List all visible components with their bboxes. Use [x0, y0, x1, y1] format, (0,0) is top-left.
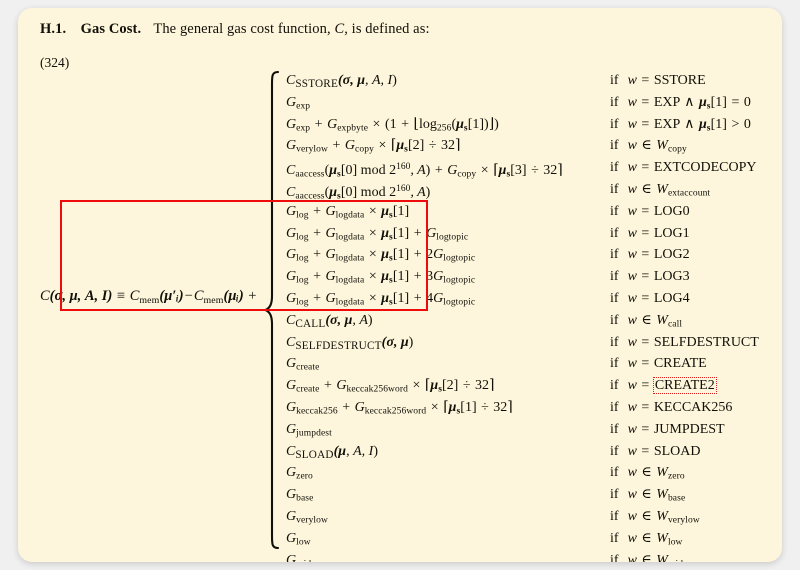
- case-condition-sstore: if w = SSTORE: [610, 73, 706, 88]
- if-keyword: if: [610, 334, 619, 350]
- if-keyword: if: [610, 530, 619, 546]
- case-row-log2: Glog + Glogdata × μs[1] + 2Glogtopic if w …: [286, 244, 756, 266]
- case-row-extcodecopy: Caaccess(μs[0] mod 2160, A) + Gcopy × ⌈μ…: [286, 157, 756, 179]
- if-keyword: if: [610, 421, 619, 437]
- case-row-log3: Glog + Glogdata × μs[1] + 3Glogtopic if w …: [286, 266, 756, 288]
- opcode-log1: LOG1: [653, 225, 690, 241]
- if-keyword: if: [610, 203, 619, 219]
- if-keyword: if: [610, 378, 619, 394]
- opcode-log0: LOG0: [653, 203, 690, 219]
- case-row-selfdestruct: CSELFDESTRUCT(σ, μ) if w = SELFDESTRUCT: [286, 332, 759, 354]
- if-keyword: if: [610, 181, 619, 197]
- lhs-function-C: C: [40, 288, 50, 304]
- opcode-keccak256: KECCAK256: [653, 399, 733, 415]
- document-page: H.1. Gas Cost. The general gas cost func…: [18, 8, 782, 562]
- if-keyword: if: [610, 399, 619, 415]
- if-keyword: if: [610, 443, 619, 459]
- heading-text-after: , is defined as:: [344, 21, 430, 37]
- if-keyword: if: [610, 312, 619, 328]
- case-condition-log0: if w = LOG0: [610, 203, 690, 219]
- section-number: H.1.: [40, 21, 67, 37]
- heading-symbol-C: C: [334, 21, 345, 37]
- opcode-log4: LOG4: [653, 290, 690, 306]
- section-heading: H.1. Gas Cost. The general gas cost func…: [40, 21, 430, 38]
- opcode-sload: SLOAD: [653, 443, 701, 459]
- case-row-extaccount: Caaccess(μs[0] mod 2160, A) if w ∈ Wextacc…: [286, 179, 756, 201]
- case-row-wbase: Gbase if w ∈ Wbase: [286, 484, 756, 506]
- case-condition-selfdestruct: if w = SELFDESTRUCT: [610, 334, 759, 350]
- if-keyword: if: [610, 116, 619, 132]
- if-keyword: if: [610, 247, 619, 263]
- case-condition-extcodecopy: if w = EXTCODECOPY: [610, 160, 757, 176]
- case-row-wmid: Gmid ifw ∈ Wmid: [286, 550, 756, 562]
- lhs-relation: ≡: [116, 288, 126, 304]
- if-keyword: if: [610, 508, 619, 524]
- opcode-exp: EXP: [653, 94, 680, 110]
- if-keyword: if: [610, 290, 619, 306]
- case-row-jumpdest: Gjumpdest if w = JUMPDEST: [286, 419, 756, 441]
- case-condition-keccak256: if w = KECCAK256: [610, 399, 733, 415]
- case-condition-jumpdest: if w = JUMPDEST: [610, 421, 725, 437]
- opcode-link-create2[interactable]: CREATE2: [652, 377, 717, 395]
- opcode-sstore: SSTORE: [653, 73, 706, 88]
- case-row-create: Gcreate if w = CREATE: [286, 353, 756, 375]
- case-row-keccak256: Gkeccak256 + Gkeccak256word × ⌈μs[1] ÷ 3…: [286, 397, 756, 419]
- case-row-log4: Glog + Glogdata × μs[1] + 4Glogtopic if w …: [286, 288, 756, 310]
- case-row-wverylow: Gverylow if w ∈ Wverylow: [286, 506, 756, 528]
- case-condition-log1: if w = LOG1: [610, 225, 690, 241]
- if-keyword: if: [610, 465, 619, 481]
- if-keyword: if: [610, 356, 619, 372]
- lhs-term1-C: C: [129, 288, 140, 304]
- lhs-args: (σ, μ, A, I): [49, 288, 113, 304]
- if-keyword: if: [610, 487, 619, 503]
- large-curly-brace: [264, 70, 280, 550]
- lhs-term2-C: C: [193, 288, 204, 304]
- lhs-term2-args: (μᵢ): [223, 288, 244, 304]
- case-condition-create: if w = CREATE: [610, 356, 707, 372]
- case-row-wcopy: Gverylow + Gcopy × ⌈μs[2] ÷ 32⌉ if w ∈ Wco…: [286, 135, 756, 157]
- opcode-exp: EXP: [653, 116, 680, 132]
- case-condition-sload: if w = SLOAD: [610, 443, 701, 459]
- case-row-log1: Glog + Glogdata × μs[1] + Glogtopic if w =…: [286, 223, 756, 245]
- case-row-wzero: Gzero if w ∈ Wzero: [286, 462, 756, 484]
- case-condition-log3: if w = LOG3: [610, 269, 690, 285]
- opcode-create: CREATE: [653, 356, 707, 372]
- if-keyword: if: [610, 160, 619, 176]
- heading-text-before: The general gas cost function,: [153, 21, 331, 37]
- case-condition-log2: if w = LOG2: [610, 247, 690, 263]
- case-condition-log4: if w = LOG4: [610, 290, 690, 306]
- lhs-term2-sub: mem: [203, 294, 224, 306]
- opcode-extcodecopy: EXTCODECOPY: [653, 160, 757, 176]
- equation-left-hand-side: C(σ, μ, A, I) ≡ Cmem(μ′ᵢ)−Cmem(μᵢ) +: [40, 288, 257, 306]
- opcode-log2: LOG2: [653, 247, 690, 263]
- if-keyword: if: [610, 73, 619, 88]
- case-condition-create2: if w = CREATE2: [610, 377, 717, 395]
- case-row-wlow: Glow if w ∈ Wlow: [286, 528, 756, 550]
- opcode-log3: LOG3: [653, 269, 690, 285]
- case-row-create2: Gcreate + Gkeccak256word × ⌈μs[2] ÷ 32⌉ i…: [286, 375, 756, 397]
- case-row-log0: Glog + Glogdata × μs[1] if w = LOG0: [286, 201, 756, 223]
- case-condition-wmid: ifw ∈ Wmid: [610, 550, 683, 562]
- if-keyword: if: [610, 94, 619, 110]
- case-row-exp-nonzero: Gexp + Gexpbyte × (1 + ⌊log256(μs[1])⌋) i…: [286, 114, 756, 136]
- case-row-sload: CSLOAD(μ, A, I) if w = SLOAD: [286, 441, 756, 463]
- lhs-term1-args: (μ′ᵢ): [159, 288, 184, 304]
- opcode-jumpdest: JUMPDEST: [653, 421, 725, 437]
- lhs-minus: −: [184, 288, 193, 304]
- section-title: Gas Cost.: [80, 21, 142, 37]
- equation-number: (324): [40, 55, 70, 70]
- if-keyword: if: [610, 552, 619, 562]
- case-row-exp-zero: Gexp if w = EXP ∧ μs[1] = 0: [286, 92, 756, 114]
- case-rows: CSSTORE(σ, μ, A, I) if w = SSTORE Gexp if w =…: [286, 70, 759, 562]
- lhs-term1-sub: mem: [139, 294, 160, 306]
- case-row-sstore: CSSTORE(σ, μ, A, I) if w = SSTORE: [286, 70, 756, 92]
- if-keyword: if: [610, 225, 619, 241]
- gas-cost-equation: C(σ, μ, A, I) ≡ Cmem(μ′ᵢ)−Cmem(μᵢ) + CSS…: [40, 70, 762, 562]
- case-row-call: CCALL(σ, μ, A) if w ∈ Wcall: [286, 310, 756, 332]
- if-keyword: if: [610, 269, 619, 285]
- opcode-selfdestruct: SELFDESTRUCT: [653, 334, 759, 350]
- lhs-plus: +: [248, 288, 257, 304]
- if-keyword: if: [610, 138, 619, 154]
- case-expression-wmid: Gmid: [286, 552, 311, 562]
